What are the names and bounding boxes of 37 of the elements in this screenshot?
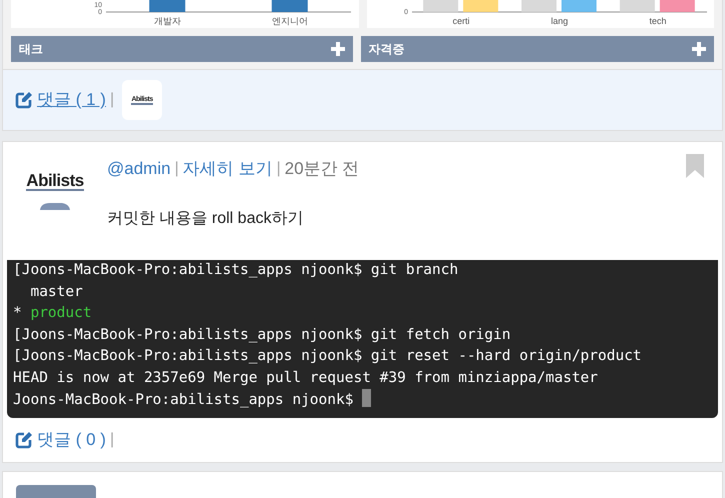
- post-body: 커밋한 내용을 roll back하기: [107, 208, 304, 228]
- axis-label: tech: [648, 16, 666, 26]
- axis-label: 개발자: [154, 16, 181, 26]
- chart-bar: [561, 0, 596, 12]
- author-link[interactable]: @admin: [107, 156, 171, 182]
- chart-bar: [422, 0, 458, 12]
- terminal-line: master: [29, 282, 84, 302]
- terminal-line: [Joons-MacBook-Pro:abilists_apps njoonk$ git reset --hard origin/product: [13, 347, 643, 366]
- terminal-line: Joons-MacBook-Pro:abilists_apps njoonk$: [13, 389, 718, 412]
- separator: |: [276, 158, 281, 179]
- axis-label: 엔지니어: [272, 16, 308, 26]
- plus-icon[interactable]: [330, 42, 344, 56]
- panel-title: 태크: [19, 41, 43, 58]
- axis-label: lang: [550, 16, 568, 26]
- terminal-line: * product: [13, 304, 93, 323]
- comments-link[interactable]: 댓글 ( 0 ): [37, 426, 106, 452]
- terminal-line: [Joons-MacBook-Pro:abilists_apps njoonk$ git fetch origin: [13, 326, 512, 344]
- edit-icon: [15, 430, 33, 448]
- chart-bar: [659, 0, 694, 12]
- terminal-line: HEAD is now at 2357e69 Merge pull request #39 from minziappa/master: [13, 368, 599, 388]
- panel-title: 자격증: [368, 41, 404, 58]
- separator: |: [110, 430, 114, 450]
- chart-bar: [462, 0, 498, 12]
- plus-icon[interactable]: [692, 42, 706, 56]
- chart-bar: [149, 0, 186, 12]
- comments-link[interactable]: 댓글 ( 1 ): [37, 87, 106, 113]
- edit-icon: [15, 91, 33, 109]
- separator: |: [110, 90, 114, 110]
- detail-link[interactable]: 자세히 보기: [182, 156, 272, 182]
- terminal-line: [Joons-MacBook-Pro:abilists_apps njoonk$ git branch: [13, 261, 460, 280]
- author-logo: Abilists: [26, 172, 84, 191]
- post-time: 20분간 전: [284, 158, 360, 180]
- separator: |: [174, 158, 179, 179]
- chart-bar: [521, 0, 556, 12]
- axis-label: certi: [452, 16, 470, 26]
- chart-bar: [619, 0, 654, 12]
- chart-bar: [272, 0, 308, 12]
